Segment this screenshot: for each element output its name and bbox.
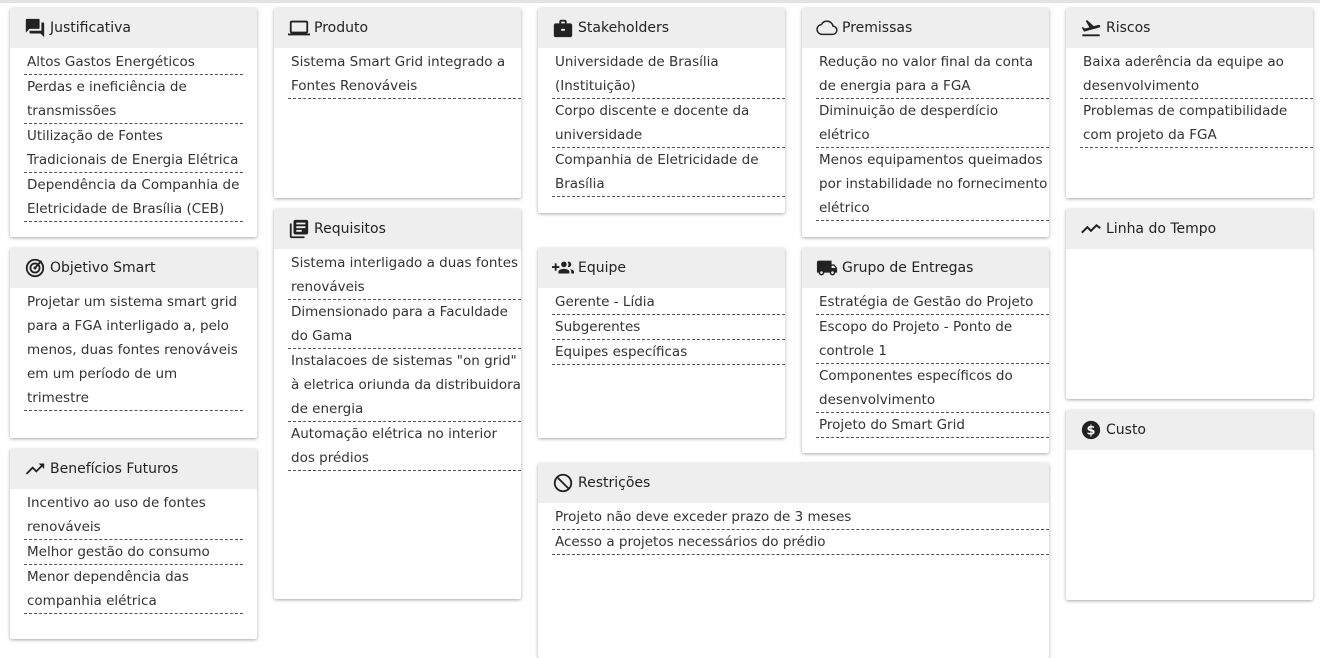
item-list: Redução no valor final da conta de energ…: [802, 50, 1049, 221]
cloud-icon: [816, 17, 838, 39]
block-icon: [552, 472, 574, 494]
card-header: Produto: [274, 8, 521, 48]
card-riscos: Riscos Baixa aderência da equipe ao dese…: [1066, 8, 1313, 198]
card-header: Premissas: [802, 8, 1049, 48]
list-item[interactable]: Projetar um sistema smart grid para a FG…: [24, 290, 243, 411]
list-item[interactable]: Menor dependência das companhia elétrica: [24, 565, 243, 614]
card-header: Benefícios Futuros: [10, 449, 257, 489]
list-item[interactable]: Estratégia de Gestão do Projeto: [816, 290, 1049, 315]
briefcase-icon: [552, 17, 574, 39]
list-item[interactable]: Altos Gastos Energéticos: [24, 50, 243, 75]
card-title: Restrições: [578, 475, 651, 491]
card-custo: $ Custo: [1066, 410, 1313, 600]
target-icon: [24, 257, 46, 279]
card-title: Benefícios Futuros: [50, 461, 179, 477]
list-item[interactable]: Dimensionado para a Faculdade do Gama: [288, 300, 521, 349]
library-books-icon: [288, 218, 310, 240]
list-item[interactable]: Instalacoes de sistemas "on grid" à elet…: [288, 349, 521, 422]
list-item[interactable]: Diminuição de desperdício elétrico: [816, 99, 1049, 148]
trending-up-icon: [24, 458, 46, 480]
item-list: Baixa aderência da equipe ao desenvolvim…: [1066, 50, 1313, 148]
card-title: Produto: [314, 20, 369, 36]
list-item[interactable]: Equipes específicas: [552, 340, 785, 365]
dollar-icon: $: [1080, 419, 1102, 441]
card-header: Objetivo Smart: [10, 248, 257, 288]
list-item[interactable]: Baixa aderência da equipe ao desenvolvim…: [1080, 50, 1313, 99]
list-item[interactable]: Projeto não deve exceder prazo de 3 mese…: [552, 505, 1049, 530]
card-linha-do-tempo: Linha do Tempo: [1066, 209, 1313, 399]
list-item[interactable]: Menos equipamentos queimados por instabi…: [816, 148, 1049, 221]
card-title: Custo: [1106, 422, 1146, 438]
top-border: [0, 0, 1320, 3]
card-produto: Produto Sistema Smart Grid integrado a F…: [274, 8, 521, 198]
item-list: Sistema Smart Grid integrado a Fontes Re…: [274, 50, 521, 99]
list-item[interactable]: Acesso a projetos necessários do prédio: [552, 530, 1049, 555]
group-add-icon: [552, 257, 574, 279]
list-item[interactable]: Escopo do Projeto - Ponto de controle 1: [816, 315, 1049, 364]
truck-icon: [816, 257, 838, 279]
card-header: Justificativa: [10, 8, 257, 48]
item-list: Gerente - Lídia Subgerentes Equipes espe…: [538, 290, 785, 365]
card-header: Linha do Tempo: [1066, 209, 1313, 249]
list-item[interactable]: Sistema interligado a duas fontes renová…: [288, 251, 521, 300]
list-item[interactable]: Incentivo ao uso de fontes renováveis: [24, 491, 243, 540]
card-beneficios-futuros: Benefícios Futuros Incentivo ao uso de f…: [10, 449, 257, 639]
list-item[interactable]: Corpo discente e docente da universidade: [552, 99, 785, 148]
card-title: Requisitos: [314, 221, 386, 237]
card-header: Equipe: [538, 248, 785, 288]
list-item[interactable]: Dependência da Companhia de Eletricidade…: [24, 173, 243, 222]
list-item[interactable]: Utilização de Fontes Tradicionais de Ene…: [24, 124, 243, 173]
item-list: Projeto não deve exceder prazo de 3 mese…: [538, 505, 1049, 555]
card-title: Riscos: [1106, 20, 1151, 36]
list-item[interactable]: Subgerentes: [552, 315, 785, 340]
item-list: Estratégia de Gestão do Projeto Escopo d…: [802, 290, 1049, 438]
card-title: Linha do Tempo: [1106, 221, 1217, 237]
card-header: Requisitos: [274, 209, 521, 249]
card-header: Stakeholders: [538, 8, 785, 48]
item-list: Altos Gastos Energéticos Perdas e inefic…: [10, 50, 243, 222]
card-grupo-entregas: Grupo de Entregas Estratégia de Gestão d…: [802, 248, 1049, 453]
card-header: Grupo de Entregas: [802, 248, 1049, 288]
card-header: Riscos: [1066, 8, 1313, 48]
forum-icon: [24, 17, 46, 39]
list-item[interactable]: Redução no valor final da conta de energ…: [816, 50, 1049, 99]
timeline-icon: [1080, 218, 1102, 240]
card-objetivo-smart: Objetivo Smart Projetar um sistema smart…: [10, 248, 257, 438]
card-title: Justificativa: [50, 20, 132, 36]
card-header: $ Custo: [1066, 410, 1313, 450]
list-item[interactable]: Melhor gestão do consumo: [24, 540, 243, 565]
card-premissas: Premissas Redução no valor final da cont…: [802, 8, 1049, 237]
item-list: Incentivo ao uso de fontes renováveis Me…: [10, 491, 243, 614]
item-list: Sistema interligado a duas fontes renová…: [274, 251, 521, 471]
card-title: Stakeholders: [578, 20, 670, 36]
list-item[interactable]: Companhia de Eletricidade de Brasília: [552, 148, 785, 197]
card-header: Restrições: [538, 463, 1049, 503]
item-list: Universidade de Brasília (Instituição) C…: [538, 50, 785, 197]
laptop-icon: [288, 17, 310, 39]
list-item[interactable]: Componentes específicos do desenvolvimen…: [816, 364, 1049, 413]
list-item[interactable]: Automação elétrica no interior dos prédi…: [288, 422, 521, 471]
list-item[interactable]: Sistema Smart Grid integrado a Fontes Re…: [288, 50, 521, 99]
card-stakeholders: Stakeholders Universidade de Brasília (I…: [538, 8, 785, 213]
card-title: Objetivo Smart: [50, 260, 156, 276]
card-justificativa: Justificativa Altos Gastos Energéticos P…: [10, 8, 257, 237]
card-title: Equipe: [578, 260, 626, 276]
card-restricoes: Restrições Projeto não deve exceder praz…: [538, 463, 1049, 658]
list-item[interactable]: Universidade de Brasília (Instituição): [552, 50, 785, 99]
list-item[interactable]: Perdas e ineficiência de transmissões: [24, 75, 243, 124]
card-equipe: Equipe Gerente - Lídia Subgerentes Equip…: [538, 248, 785, 438]
list-item[interactable]: Gerente - Lídia: [552, 290, 785, 315]
card-title: Grupo de Entregas: [842, 260, 974, 276]
svg-text:$: $: [1087, 424, 1096, 439]
item-list: Projetar um sistema smart grid para a FG…: [10, 290, 243, 411]
list-item[interactable]: Problemas de compatibilidade com projeto…: [1080, 99, 1313, 148]
card-requisitos: Requisitos Sistema interligado a duas fo…: [274, 209, 521, 599]
flight-takeoff-icon: [1080, 17, 1102, 39]
card-title: Premissas: [842, 20, 913, 36]
list-item[interactable]: Projeto do Smart Grid: [816, 413, 1049, 438]
